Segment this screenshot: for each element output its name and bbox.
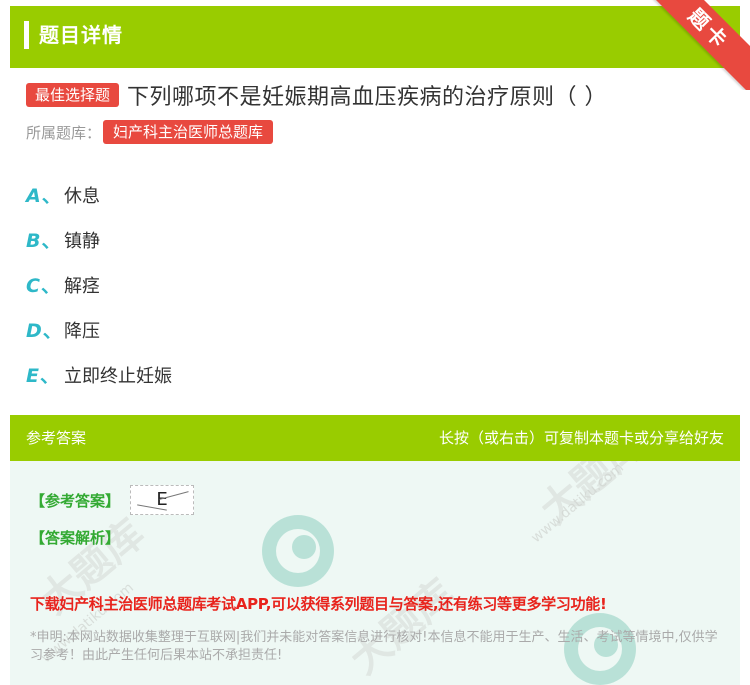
watermark-logo-icon <box>262 515 334 587</box>
app-download-link[interactable]: 下载妇产科主治医师总题库考试APP,可以获得系列题目与答案,还有练习等更多学习功… <box>30 593 607 614</box>
page-title: 题目详情 <box>39 23 123 47</box>
reference-answer-row: 【参考答案】 E <box>30 485 195 515</box>
option-letter: D <box>26 320 42 342</box>
answer-bar: 参考答案 长按（或右击）可复制本题卡或分享给好友 <box>10 415 740 461</box>
answer-panel: 大题库 大题库 大题库 www.datiku.com www.datiku.co… <box>10 415 740 685</box>
source-row: 所属题库： 妇产科主治医师总题库 <box>26 119 274 145</box>
question-row: 最佳选择题 下列哪项不是妊娠期高血压疾病的治疗原则（ ） <box>26 80 607 110</box>
answer-analysis-tag: 【答案解析】 <box>30 529 121 547</box>
option-c[interactable]: C、 解痉 <box>26 262 172 307</box>
ribbon-label: 题卡 <box>643 0 750 90</box>
option-e[interactable]: E、 立即终止妊娠 <box>26 352 172 397</box>
source-bank-link[interactable]: 妇产科主治医师总题库 <box>103 120 274 144</box>
option-letter: B <box>26 230 41 252</box>
disclaimer-text: *申明:本网站数据收集整理于互联网|我们并未能对答案信息进行核对!本信息不能用于… <box>30 630 718 663</box>
option-text: 立即终止妊娠 <box>64 365 172 387</box>
options-list: A、 休息 B、 镇静 C、 解痉 D、 降压 E、 立即终止妊娠 <box>26 172 172 397</box>
option-text: 降压 <box>64 320 100 342</box>
option-letter: C <box>26 275 40 297</box>
source-label: 所属题库： <box>26 123 102 142</box>
ribbon-corner: 题卡 <box>640 0 750 90</box>
option-letter: E <box>26 365 39 387</box>
option-a[interactable]: A、 休息 <box>26 172 172 217</box>
option-text: 解痉 <box>64 275 100 297</box>
question-type-badge: 最佳选择题 <box>26 83 120 107</box>
answer-value-image: E <box>130 485 195 515</box>
question-text: 下列哪项不是妊娠期高血压疾病的治疗原则（ ） <box>127 85 608 110</box>
option-b[interactable]: B、 镇静 <box>26 217 172 262</box>
reference-answer-tag: 【参考答案】 <box>30 491 121 510</box>
share-hint: 长按（或右击）可复制本题卡或分享给好友 <box>438 429 724 447</box>
header-accent-bar <box>24 21 29 49</box>
answer-bar-label: 参考答案 <box>26 429 87 447</box>
option-letter: A <box>26 185 41 207</box>
option-d[interactable]: D、 降压 <box>26 307 172 352</box>
watermark-brand: 大题库 <box>341 570 464 684</box>
analysis-row: 【答案解析】 <box>30 527 120 548</box>
option-text: 休息 <box>64 185 100 207</box>
option-text: 镇静 <box>64 230 100 252</box>
